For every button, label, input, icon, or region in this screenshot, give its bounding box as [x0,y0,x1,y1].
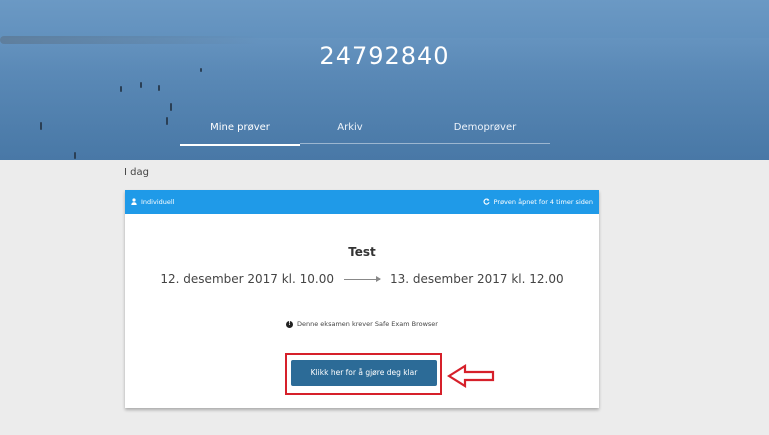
tab-label: Arkiv [337,122,363,133]
arrow-right-icon [344,275,381,282]
start-date: 12. desember 2017 kl. 10.00 [160,272,334,286]
beach-figure [120,86,122,92]
tab-label: Mine prøver [210,122,270,133]
tab-divider [300,143,550,144]
notice-text: Denne eksamen krever Safe Exam Browser [297,320,438,328]
seb-notice: ! Denne eksamen krever Safe Exam Browser [125,320,599,328]
exclamation-icon: ! [286,320,293,328]
beach-figure [74,152,76,159]
beach-figure [170,103,172,111]
end-date: 13. desember 2017 kl. 12.00 [390,272,564,286]
get-ready-button[interactable]: Klikk her for å gjøre deg klar [291,360,437,386]
header-banner: 24792840 Mine prøver Arkiv Demoprøver [0,0,769,160]
refresh-icon [483,198,490,207]
beach-figure [140,82,142,88]
exam-status-label: Prøven åpnet for 4 timer siden [493,198,593,206]
tab-mine-prover[interactable]: Mine prøver [180,120,300,146]
callout-arrow-icon [447,364,495,388]
tab-label: Demoprøver [453,122,517,133]
user-icon [131,197,137,207]
section-heading: I dag [124,167,149,178]
exam-card: Individuell Prøven åpnet for 4 timer sid… [125,190,599,408]
beach-figure [158,85,160,91]
exam-card-header: Individuell Prøven åpnet for 4 timer sid… [125,190,599,214]
exam-dates: 12. desember 2017 kl. 10.00 13. desember… [125,272,599,286]
exam-name: Test [348,245,376,259]
page-title: 24792840 [319,42,450,70]
exam-type-label: Individuell [141,198,175,206]
